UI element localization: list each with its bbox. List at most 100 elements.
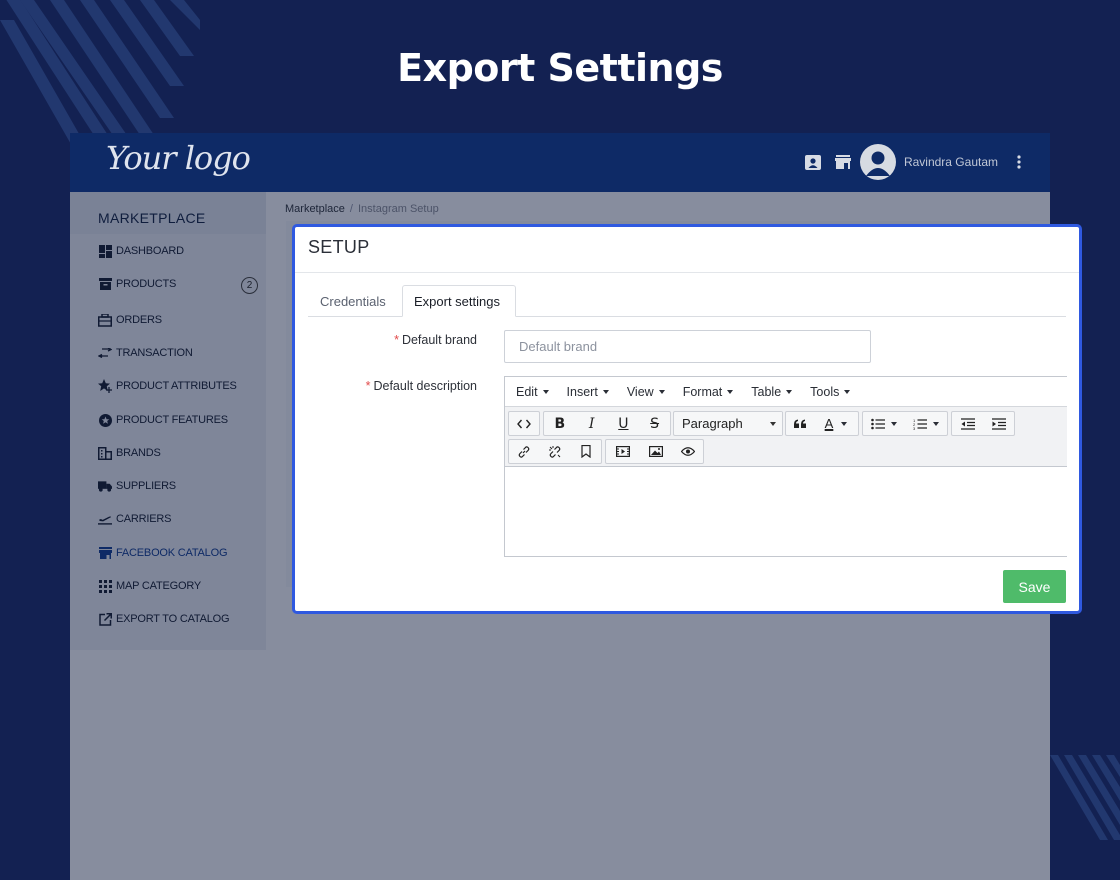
sidebar-item-label: ORDERS xyxy=(116,314,162,326)
sidebar-item-product-features[interactable]: PRODUCT FEATURES xyxy=(98,410,228,430)
divider xyxy=(295,272,1079,273)
image-icon[interactable] xyxy=(639,440,672,463)
bookmark-icon[interactable] xyxy=(570,440,601,463)
breadcrumb-root[interactable]: Marketplace xyxy=(285,203,345,215)
sidebar-item-product-attributes[interactable]: PRODUCT ATTRIBUTES xyxy=(98,376,237,396)
text-color-icon[interactable]: A xyxy=(814,412,858,435)
building-icon xyxy=(98,446,112,460)
toolbar-group-code xyxy=(508,411,540,436)
menu-edit[interactable]: Edit xyxy=(507,385,558,399)
save-button[interactable]: Save xyxy=(1003,570,1066,603)
store-icon[interactable] xyxy=(834,153,852,171)
bold-icon[interactable]: B xyxy=(544,412,576,435)
sidebar-item-label: MAP CATEGORY xyxy=(116,580,202,592)
sidebar-item-carriers[interactable]: CARRIERS xyxy=(98,509,171,529)
sidebar-item-suppliers[interactable]: SUPPLIERS xyxy=(98,476,176,496)
label-text: Default brand xyxy=(401,333,477,347)
star-plus-icon xyxy=(98,379,112,393)
sidebar-item-label: TRANSACTION xyxy=(116,347,193,359)
breadcrumb-separator: / xyxy=(349,203,353,215)
editor-toolbar: B I U S Paragraph A 123 xyxy=(505,407,1067,467)
sidebar: MARKETPLACE DASHBOARD PRODUCTS 2 ORDERS … xyxy=(70,192,266,650)
svg-text:3: 3 xyxy=(913,426,916,430)
page-title: Export Settings xyxy=(397,46,723,90)
sidebar-item-export-to-catalog[interactable]: EXPORT TO CATALOG xyxy=(98,609,230,629)
outdent-icon[interactable] xyxy=(952,412,983,435)
modal-title: SETUP xyxy=(308,237,370,257)
topbar-actions: Ravindra Gautam xyxy=(792,142,1028,182)
grid-icon xyxy=(98,579,112,593)
required-mark: * xyxy=(394,333,399,347)
sidebar-item-transaction[interactable]: TRANSACTION xyxy=(98,343,193,363)
menu-table[interactable]: Table xyxy=(742,385,801,399)
breadcrumb-current: Instagram Setup xyxy=(357,203,439,215)
caret-down-icon xyxy=(786,389,793,394)
star-circle-icon xyxy=(98,413,112,427)
preview-eye-icon[interactable] xyxy=(672,440,703,463)
block-format-select[interactable]: Paragraph xyxy=(674,412,783,435)
toolbar-group-format: Paragraph xyxy=(673,411,783,436)
caret-down-icon xyxy=(658,389,665,394)
sidebar-title: MARKETPLACE xyxy=(70,192,266,234)
menu-tools[interactable]: Tools xyxy=(801,385,859,399)
caret-down-icon xyxy=(727,389,734,394)
contact-card-icon[interactable] xyxy=(804,153,822,171)
toolbar-group-text-style: B I U S xyxy=(543,411,671,436)
sidebar-item-dashboard[interactable]: DASHBOARD xyxy=(98,241,184,261)
italic-icon[interactable]: I xyxy=(576,412,608,435)
link-icon[interactable] xyxy=(509,440,540,463)
label-text: Default description xyxy=(373,379,477,393)
menu-view[interactable]: View xyxy=(618,385,674,399)
user-avatar-icon[interactable] xyxy=(859,144,896,180)
caret-down-icon xyxy=(602,389,609,394)
exchange-icon xyxy=(98,346,112,360)
menu-format[interactable]: Format xyxy=(674,385,743,399)
menu-insert[interactable]: Insert xyxy=(558,385,618,399)
caret-down-icon xyxy=(933,421,939,426)
numbered-list-icon[interactable]: 123 xyxy=(905,412,947,435)
caret-down-icon xyxy=(841,421,848,426)
indent-icon[interactable] xyxy=(983,412,1014,435)
sidebar-item-products[interactable]: PRODUCTS xyxy=(98,274,176,294)
sidebar-item-facebook-catalog[interactable]: FACEBOOK CATALOG xyxy=(98,543,228,563)
logo: Your logo xyxy=(106,139,251,177)
sidebar-item-brands[interactable]: BRANDS xyxy=(98,443,161,463)
archive-icon xyxy=(98,277,112,291)
required-mark: * xyxy=(365,379,371,393)
kebab-menu-icon[interactable] xyxy=(1010,153,1028,171)
editor-content-area[interactable] xyxy=(505,467,1067,556)
video-icon[interactable] xyxy=(606,440,639,463)
toolbar-group-indent xyxy=(951,411,1015,436)
blockquote-icon[interactable] xyxy=(786,412,814,435)
source-code-icon[interactable] xyxy=(509,412,539,435)
external-link-icon xyxy=(98,612,112,626)
products-count-badge: 2 xyxy=(241,277,258,294)
store-icon xyxy=(98,546,112,560)
user-name[interactable]: Ravindra Gautam xyxy=(904,155,998,169)
tab-export-settings[interactable]: Export settings xyxy=(402,285,516,317)
sidebar-item-map-category[interactable]: MAP CATEGORY xyxy=(98,576,201,596)
editor-menubar: Edit Insert View Format Table Tools xyxy=(505,377,1067,407)
bullet-list-icon[interactable] xyxy=(863,412,905,435)
tab-credentials[interactable]: Credentials xyxy=(308,285,403,317)
default-description-label: * Default description xyxy=(366,379,477,393)
breadcrumb: Marketplace / Instagram Setup xyxy=(285,203,439,215)
sidebar-item-orders[interactable]: ORDERS xyxy=(98,310,162,330)
default-brand-input[interactable] xyxy=(504,330,871,363)
caret-down-icon xyxy=(542,389,549,394)
caret-down-icon xyxy=(891,421,897,426)
sidebar-item-label: FACEBOOK CATALOG xyxy=(116,547,228,559)
caret-down-icon xyxy=(770,421,776,426)
sidebar-item-label: PRODUCT FEATURES xyxy=(116,414,228,426)
underline-icon[interactable]: U xyxy=(608,412,640,435)
setup-modal: SETUP Credentials Export settings * Defau… xyxy=(292,224,1082,614)
top-navbar: Your logo Ravindra Gautam xyxy=(70,133,1050,192)
strikethrough-icon[interactable]: S xyxy=(639,412,670,435)
unlink-icon[interactable] xyxy=(540,440,571,463)
sidebar-item-label: CARRIERS xyxy=(116,513,172,525)
sidebar-item-label: EXPORT TO CATALOG xyxy=(116,613,230,625)
sidebar-item-label: PRODUCTS xyxy=(116,278,177,290)
sidebar-item-label: PRODUCT ATTRIBUTES xyxy=(116,380,237,392)
sidebar-item-label: BRANDS xyxy=(116,447,161,459)
rich-text-editor: Edit Insert View Format Table Tools B I … xyxy=(504,376,1067,557)
